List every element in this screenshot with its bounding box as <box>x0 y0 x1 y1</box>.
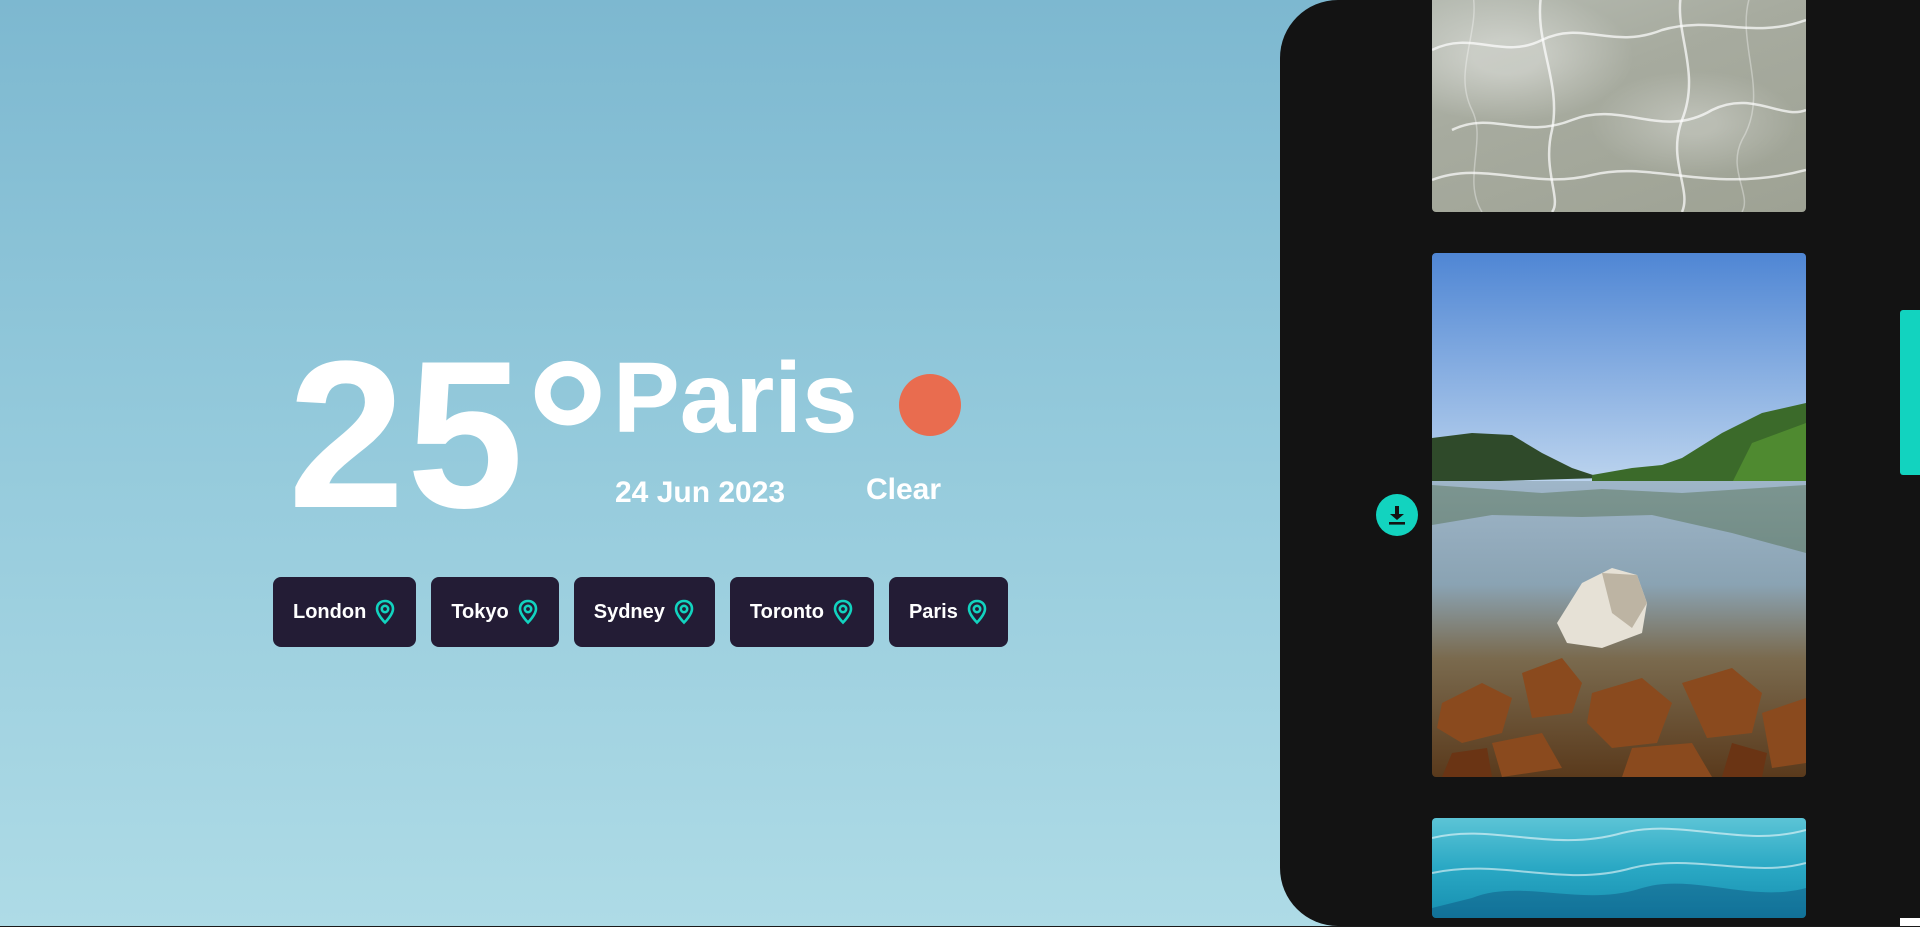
location-label: Sydney <box>593 600 665 623</box>
location-pin-icon <box>518 599 538 625</box>
location-chip-paris[interactable]: Paris <box>888 577 1008 647</box>
location-label: Tokyo <box>451 600 509 623</box>
location-pin-icon <box>833 599 853 625</box>
location-pin-icon <box>967 599 987 625</box>
sun-icon <box>899 374 961 436</box>
image-gallery-panel[interactable] <box>1280 0 1920 926</box>
water-caustics-photo[interactable] <box>1432 0 1806 212</box>
location-list: London Tokyo Sydney Toronto Paris <box>273 577 1008 647</box>
location-label: London <box>293 600 367 623</box>
pool-water-photo[interactable] <box>1432 818 1806 918</box>
city-name: Paris <box>613 342 858 454</box>
date: 24 Jun 2023 <box>615 476 786 509</box>
location-chip-tokyo[interactable]: Tokyo <box>431 577 559 647</box>
scrollbar-track-end <box>1900 918 1920 926</box>
weather-condition: Clear <box>866 473 942 506</box>
location-chip-sydney[interactable]: Sydney <box>573 577 715 647</box>
location-label: Paris <box>908 600 958 623</box>
gallery-scrollbar-thumb[interactable] <box>1900 310 1920 475</box>
download-icon <box>1389 506 1405 525</box>
location-label: Toronto <box>749 600 824 623</box>
weather-display: 25° Paris 24 Jun 2023 Clear London Tokyo <box>0 0 1280 926</box>
mountain-lake-photo[interactable] <box>1432 253 1806 777</box>
location-pin-icon <box>376 599 395 625</box>
download-button[interactable] <box>1376 494 1418 536</box>
location-chip-toronto[interactable]: Toronto <box>729 577 874 647</box>
location-chip-london[interactable]: London <box>273 577 417 647</box>
location-pin-icon <box>674 599 694 625</box>
temperature: 25° <box>288 317 612 552</box>
app-stage: 25° Paris 24 Jun 2023 Clear London Tokyo <box>0 0 1920 926</box>
